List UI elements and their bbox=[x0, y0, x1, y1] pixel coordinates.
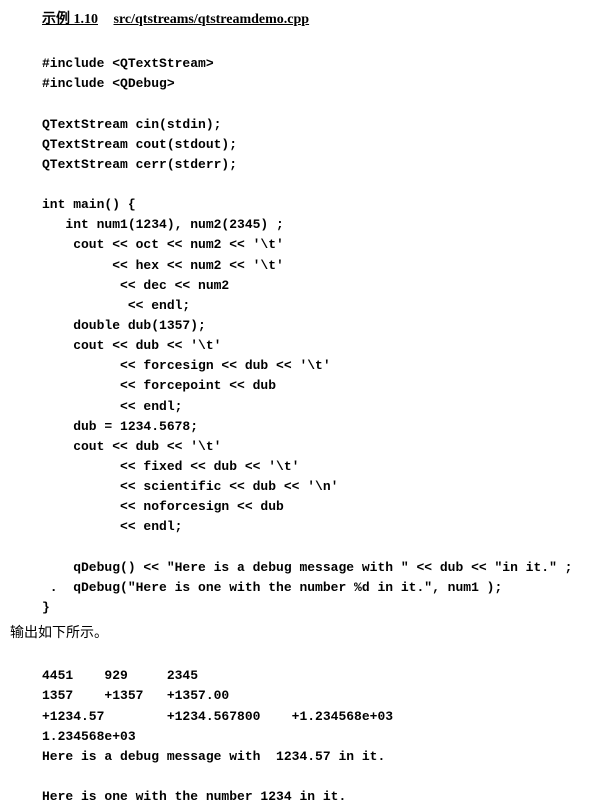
code-line: << endl; bbox=[42, 399, 182, 414]
output-line: Here is a debug message with 1234.57 in … bbox=[42, 749, 385, 764]
code-line: cout << oct << num2 << '\t' bbox=[42, 237, 284, 252]
code-line: << dec << num2 bbox=[42, 278, 229, 293]
output-line: 1.234568e+03 bbox=[42, 729, 136, 744]
code-line: cout << dub << '\t' bbox=[42, 439, 221, 454]
code-line: << noforcesign << dub bbox=[42, 499, 284, 514]
code-line: } bbox=[42, 600, 50, 615]
code-line: . qDebug("Here is one with the number %d… bbox=[42, 580, 502, 595]
code-line: << forcesign << dub << '\t' bbox=[42, 358, 331, 373]
code-line: #include <QTextStream> bbox=[42, 56, 214, 71]
code-line: int main() { bbox=[42, 197, 136, 212]
code-line: dub = 1234.5678; bbox=[42, 419, 198, 434]
code-line: #include <QDebug> bbox=[42, 76, 175, 91]
code-line: int num1(1234), num2(2345) ; bbox=[42, 217, 284, 232]
source-code-block: #include <QTextStream> #include <QDebug>… bbox=[42, 34, 588, 618]
code-line: << endl; bbox=[42, 298, 190, 313]
code-line: << fixed << dub << '\t' bbox=[42, 459, 299, 474]
code-line: cout << dub << '\t' bbox=[42, 338, 221, 353]
code-line: QTextStream cin(stdin); bbox=[42, 117, 221, 132]
code-line: << forcepoint << dub bbox=[42, 378, 276, 393]
code-line: << endl; bbox=[42, 519, 182, 534]
output-line: 4451 929 2345 bbox=[42, 668, 198, 683]
file-path: src/qtstreams/qtstreamdemo.cpp bbox=[114, 12, 310, 27]
output-line: +1234.57 +1234.567800 +1.234568e+03 bbox=[42, 709, 393, 724]
code-line: QTextStream cout(stdout); bbox=[42, 137, 237, 152]
output-line: Here is one with the number 1234 in it. bbox=[42, 789, 346, 804]
example-header: 示例 1.10 src/qtstreams/qtstreamdemo.cpp bbox=[42, 8, 588, 28]
code-line: QTextStream cerr(stderr); bbox=[42, 157, 237, 172]
output-line: 1357 +1357 +1357.00 bbox=[42, 688, 229, 703]
program-output-block: 4451 929 2345 1357 +1357 +1357.00 +1234.… bbox=[42, 646, 588, 807]
code-line: qDebug() << "Here is a debug message wit… bbox=[42, 560, 573, 575]
code-line: << hex << num2 << '\t' bbox=[42, 258, 284, 273]
example-label: 示例 1.10 bbox=[42, 12, 98, 27]
code-line: double dub(1357); bbox=[42, 318, 206, 333]
code-line: << scientific << dub << '\n' bbox=[42, 479, 338, 494]
output-intro-text: 输出如下所示。 bbox=[10, 622, 588, 642]
